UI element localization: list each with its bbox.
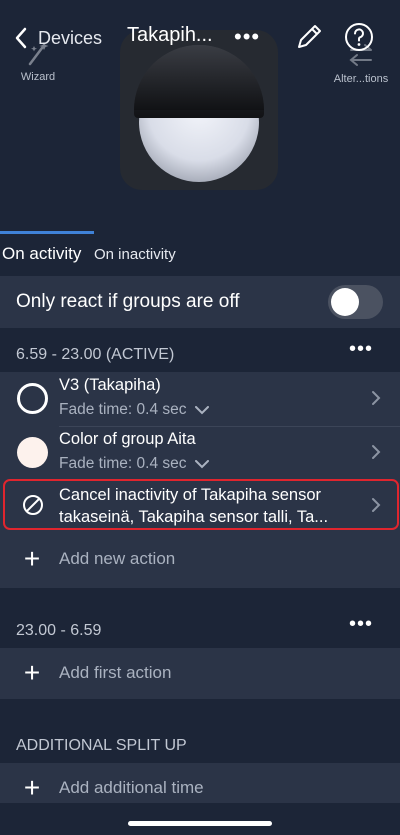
chevron-left-icon: [15, 27, 27, 49]
tab-on-inactivity[interactable]: On inactivity: [94, 246, 176, 263]
chevron-down-icon: [194, 459, 209, 468]
plus-icon: +: [23, 657, 41, 688]
fade-time-label: Fade time: 0.4 sec: [59, 401, 187, 418]
back-label: Devices: [38, 27, 103, 48]
chevron-right-icon: [372, 445, 381, 459]
page-title: Takapih...: [127, 24, 213, 46]
chevron-down-icon: [194, 405, 209, 414]
device-image: [120, 30, 278, 190]
cancel-icon: [23, 495, 43, 515]
fade-time-selector[interactable]: Fade time: 0.4 sec: [59, 401, 209, 419]
add-new-action-button[interactable]: + Add new action: [17, 542, 175, 576]
action-title: V3 (Takapiha): [59, 376, 161, 394]
section-more-button[interactable]: •••: [349, 338, 373, 361]
section-header-additional: ADDITIONAL SPLIT UP: [16, 737, 187, 754]
add-additional-time-label: Add additional time: [59, 778, 204, 797]
pencil-icon[interactable]: [294, 22, 324, 52]
more-button[interactable]: •••: [234, 24, 260, 50]
action-title-continued: takaseinä, Takapiha sensor talli, Ta...: [59, 508, 329, 526]
add-first-action-label: Add first action: [59, 663, 172, 682]
section-header-active: 6.59 - 23.00 (ACTIVE): [16, 346, 175, 363]
action-title: Cancel inactivity of Takapiha sensor: [59, 486, 322, 504]
section-header-night: 23.00 - 6.59: [16, 622, 102, 639]
add-first-action-button[interactable]: + Add first action: [17, 656, 172, 690]
back-button[interactable]: Devices: [14, 22, 102, 54]
wizard-label: Wizard: [20, 71, 56, 83]
action-title: Color of group Aita: [59, 430, 196, 448]
add-additional-time-button[interactable]: + Add additional time: [17, 771, 204, 805]
help-icon[interactable]: [344, 22, 374, 52]
tab-on-activity[interactable]: On activity: [2, 244, 81, 264]
section-more-button[interactable]: •••: [349, 613, 373, 636]
motion-sensor-image: [134, 45, 264, 182]
home-indicator[interactable]: [128, 821, 272, 826]
fade-time-selector[interactable]: Fade time: 0.4 sec: [59, 455, 209, 473]
filled-circle-icon: [17, 437, 48, 468]
plus-icon: +: [23, 772, 41, 803]
groups-off-toggle[interactable]: [328, 285, 383, 319]
empty-circle-icon: [17, 383, 48, 414]
alterations-label: Alter...tions: [333, 73, 389, 85]
chevron-right-icon: [372, 498, 381, 512]
groups-off-label: Only react if groups are off: [16, 291, 240, 312]
toggle-knob: [331, 288, 359, 316]
add-new-action-label: Add new action: [59, 549, 176, 568]
tab-active-indicator: [0, 231, 94, 234]
chevron-right-icon: [372, 391, 381, 405]
fade-time-label: Fade time: 0.4 sec: [59, 455, 187, 472]
plus-icon: +: [23, 543, 41, 574]
